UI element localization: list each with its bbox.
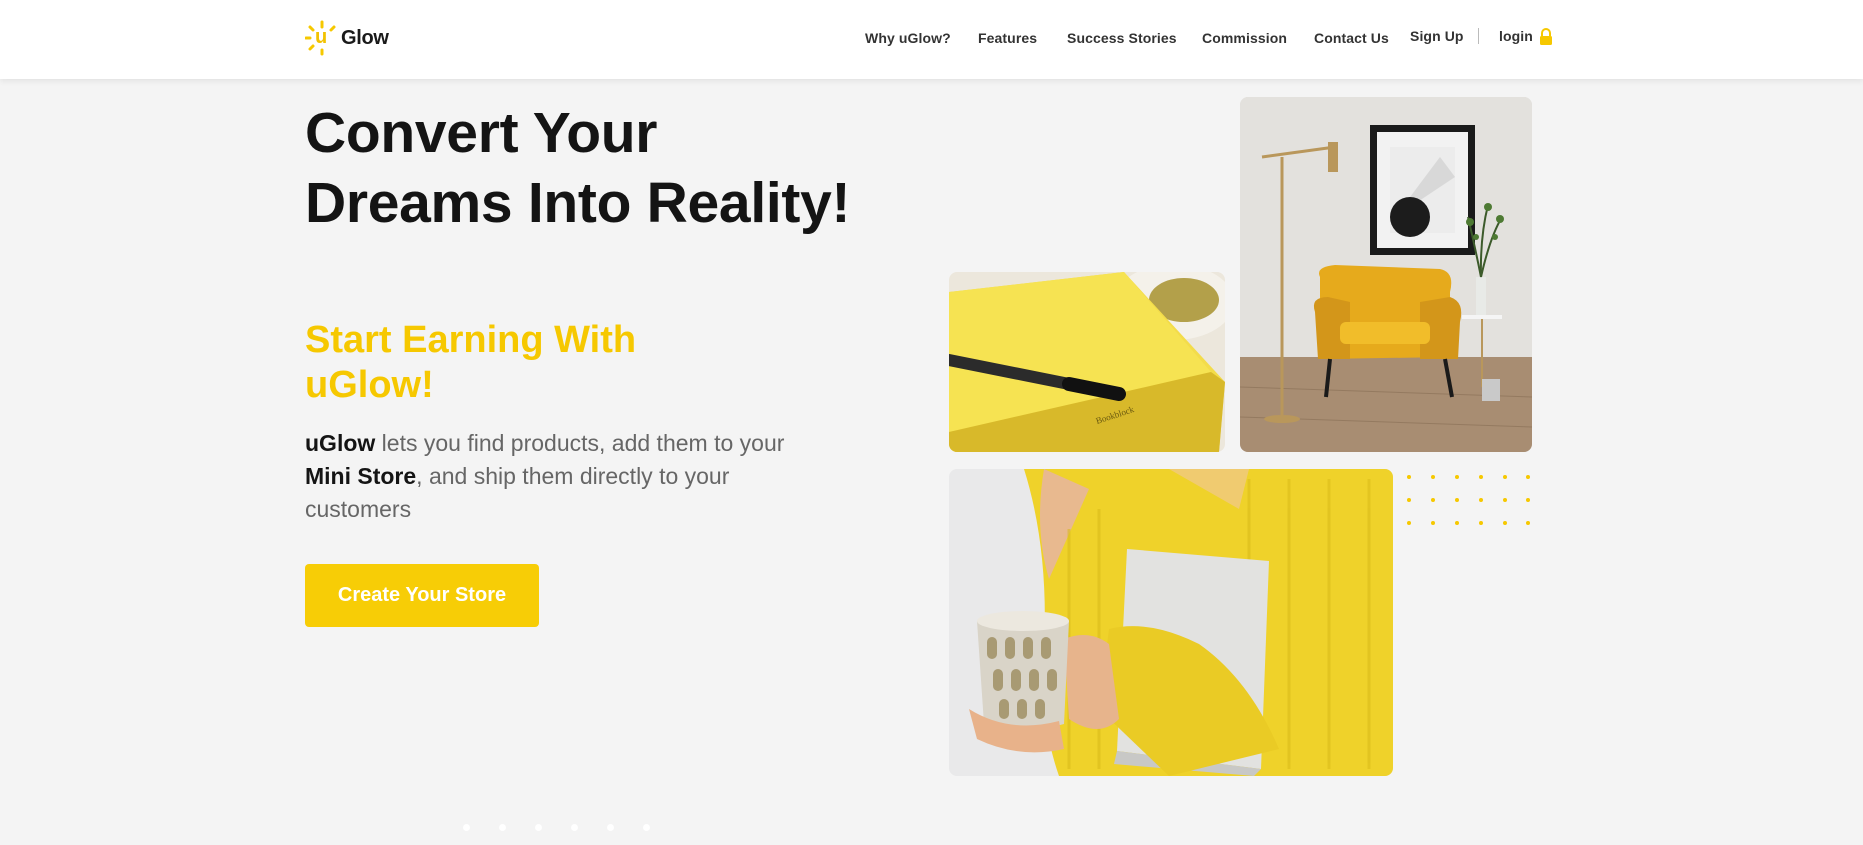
- nav-sign-up[interactable]: Sign Up: [1410, 28, 1464, 44]
- chair-photo: [1240, 97, 1532, 452]
- hero-title: Convert Your Dreams Into Reality!: [305, 98, 850, 238]
- desc-brand: uGlow: [305, 430, 376, 456]
- sweater-photo: [949, 469, 1393, 776]
- notebook-photo: Bookblock: [949, 272, 1225, 452]
- nav-commission[interactable]: Commission: [1202, 30, 1287, 46]
- carousel-dot[interactable]: [499, 824, 506, 831]
- carousel-dot[interactable]: [643, 824, 650, 831]
- desc-mini-store: Mini Store: [305, 463, 417, 489]
- carousel-dot[interactable]: [607, 824, 614, 831]
- hero-title-line1: Convert Your: [305, 101, 658, 165]
- lock-icon: [1540, 28, 1552, 45]
- hero-title-line2: Dreams Into Reality!: [305, 171, 851, 235]
- create-store-button[interactable]: Create Your Store: [305, 564, 539, 627]
- hero-subtitle: Start Earning With uGlow!: [305, 319, 637, 406]
- hero-description: uGlow lets you find products, add them t…: [305, 427, 825, 526]
- desc-part1: lets you find products, add them to your: [375, 430, 785, 456]
- carousel-dot[interactable]: [535, 824, 542, 831]
- logo-text: Glow: [341, 26, 389, 49]
- nav-features[interactable]: Features: [978, 30, 1037, 46]
- nav-success-stories[interactable]: Success Stories: [1067, 30, 1177, 46]
- site-header: u Glow Why uGlow? Features Success Stori…: [0, 0, 1863, 79]
- nav-login[interactable]: login: [1499, 28, 1533, 44]
- nav-contact-us[interactable]: Contact Us: [1314, 30, 1389, 46]
- brand-logo[interactable]: u Glow: [305, 20, 389, 56]
- carousel-dot[interactable]: [463, 824, 470, 831]
- nav-why-uglow[interactable]: Why uGlow?: [865, 30, 951, 46]
- nav-divider: [1478, 28, 1479, 44]
- logo-u: u: [315, 26, 328, 48]
- carousel-dot[interactable]: [571, 824, 578, 831]
